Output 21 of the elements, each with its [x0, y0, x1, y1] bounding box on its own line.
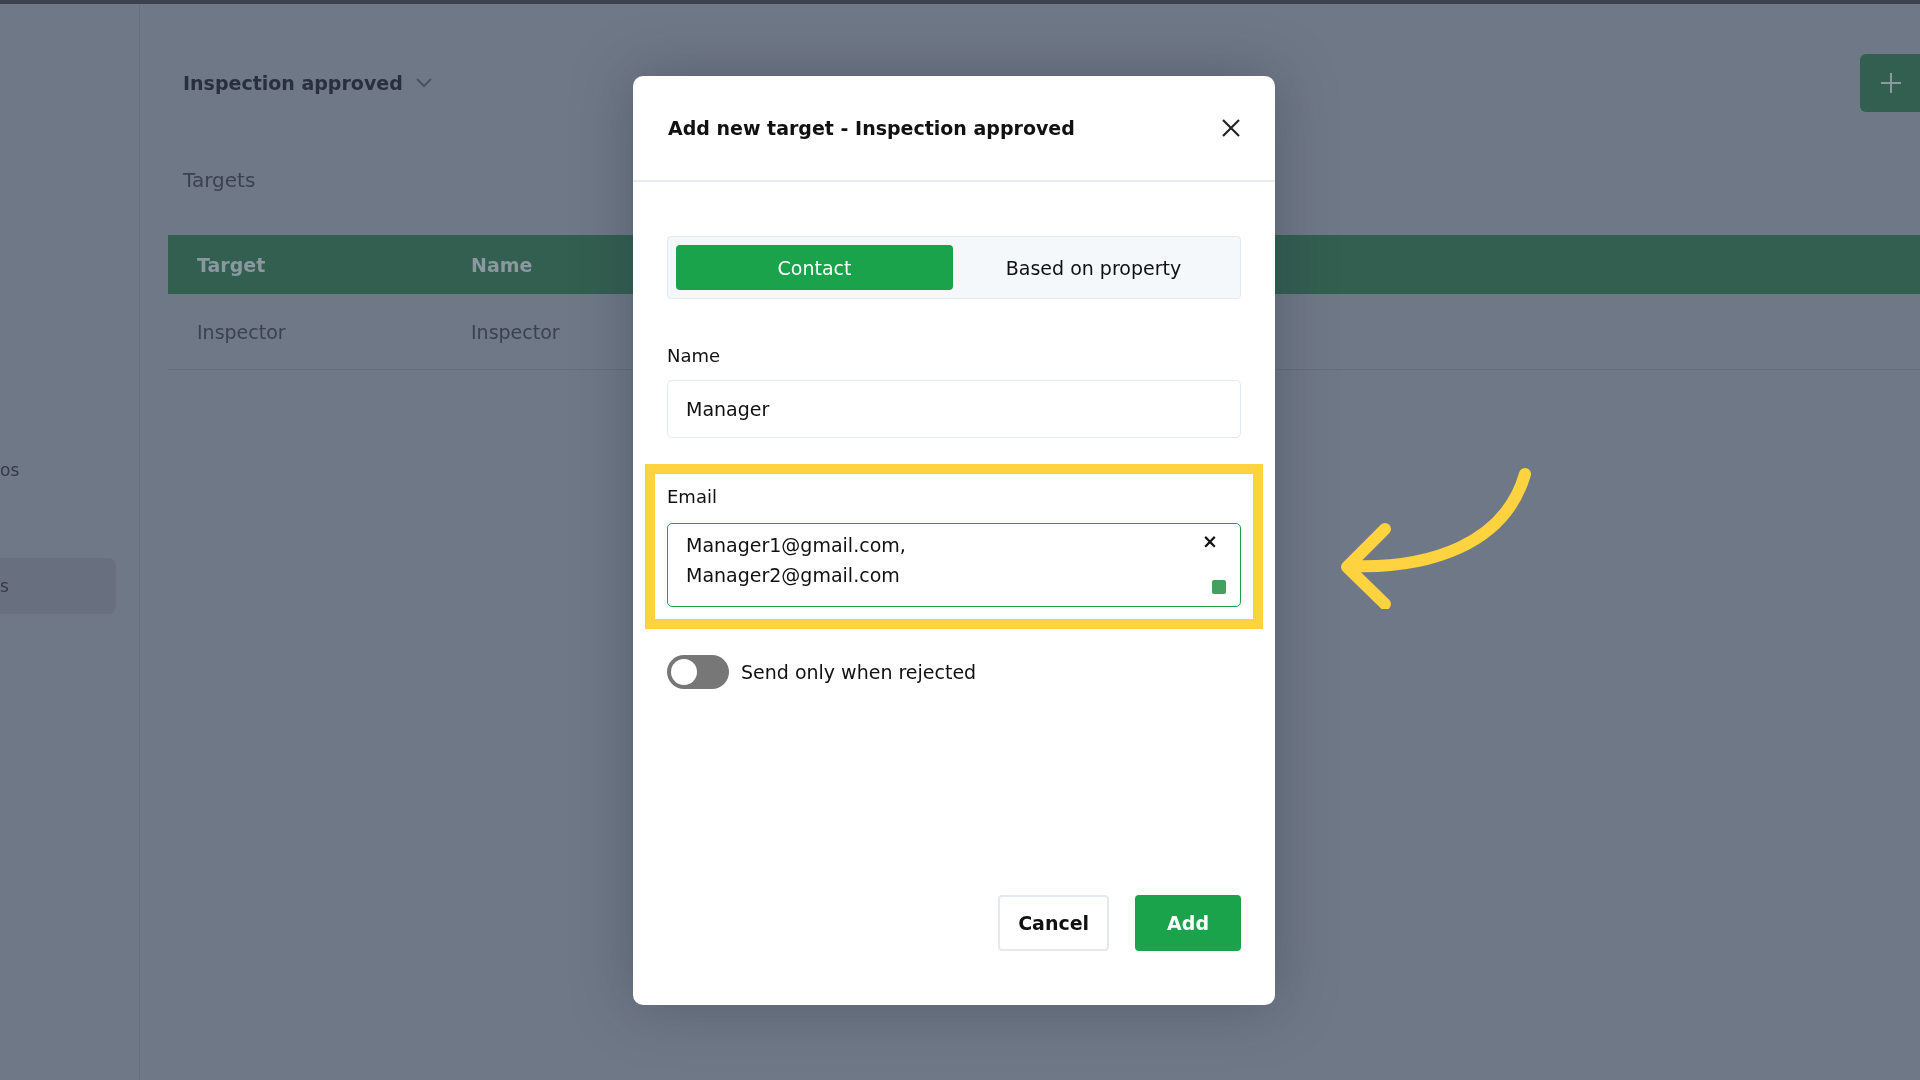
column-header: Target [196, 253, 267, 276]
email-value: Manager1@gmail.com, Manager2@gmail.com [686, 533, 906, 588]
table-cell: Inspector [471, 320, 560, 343]
clear-button[interactable]: × [1202, 530, 1218, 552]
toggle-label: Send only when rejected [741, 661, 977, 683]
field-label: Email [667, 486, 718, 507]
tab[interactable]: Based on property [955, 245, 1232, 290]
table-cell-text: Inspector [196, 320, 287, 343]
section-heading: Targets [183, 168, 256, 192]
cancel-button[interactable]: Cancel [998, 895, 1110, 951]
name-field[interactable]: Manager [667, 380, 1241, 438]
plus-icon [1880, 72, 1902, 94]
chevron-down-icon [414, 77, 433, 89]
email-field[interactable]: Manager1@gmail.com, Manager2@gmail.com × [667, 523, 1241, 607]
resize-handle-icon[interactable] [1212, 580, 1226, 594]
dialog-title: Add new target - Inspection approved [668, 117, 1075, 139]
add-button[interactable] [1860, 54, 1920, 112]
toggle-switch[interactable] [667, 655, 729, 689]
close-icon[interactable] [1221, 118, 1241, 138]
field-label: Name [667, 345, 722, 366]
column-header: Name [471, 253, 533, 276]
